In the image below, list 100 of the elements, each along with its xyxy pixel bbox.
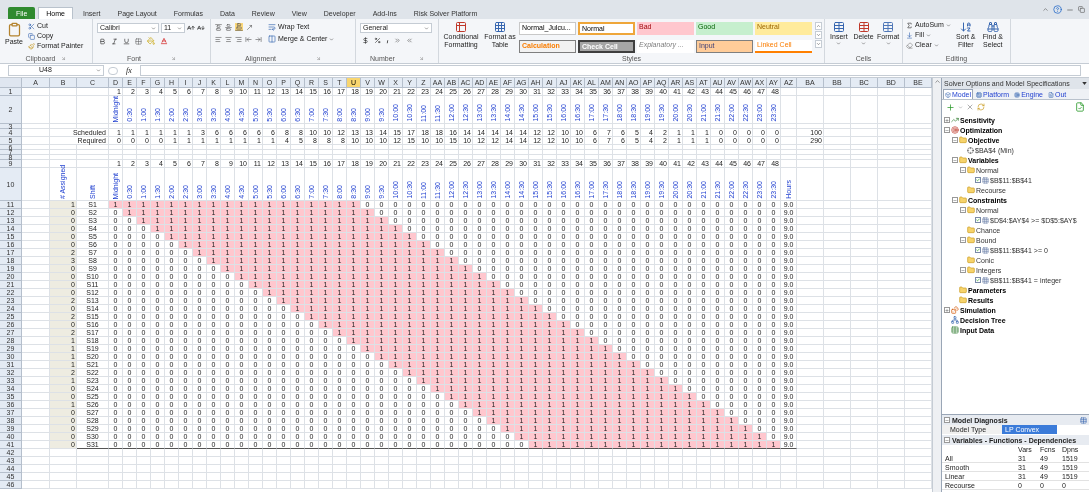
table-icon: [455, 21, 467, 33]
target-icon: [951, 126, 959, 134]
caret-icon[interactable]: [958, 104, 963, 110]
checkmark-icon: [976, 247, 980, 253]
minus-icon: [945, 437, 949, 443]
caret-icon: [177, 25, 182, 31]
dropdown-icon[interactable]: [1082, 82, 1087, 85]
checkbox[interactable]: [975, 177, 981, 183]
refresh-icon[interactable]: [977, 103, 985, 111]
arrow-down-icon: [906, 31, 913, 39]
shrink-font-icon[interactable]: [197, 24, 205, 32]
grid-icon: [982, 176, 989, 184]
collapse-toggle[interactable]: [952, 137, 958, 143]
table-icon[interactable]: [1080, 416, 1087, 424]
more-styles-icon[interactable]: [815, 40, 822, 48]
chart-icon: [951, 116, 959, 124]
collapse-toggle[interactable]: [960, 167, 966, 173]
caret-icon: [424, 25, 429, 31]
align-center-icon[interactable]: [225, 36, 232, 43]
chip-icon: [976, 91, 983, 98]
increase-decimal-icon[interactable]: [394, 37, 401, 44]
checkbox[interactable]: [975, 247, 981, 253]
select-all-corner[interactable]: [0, 78, 22, 88]
collapse-toggle[interactable]: [944, 127, 950, 133]
plus-icon: [945, 117, 949, 123]
scroll-up-icon[interactable]: [815, 22, 822, 30]
restore-icon[interactable]: [1078, 6, 1085, 13]
paintbrush-icon: [28, 42, 35, 50]
eraser-icon: [906, 41, 913, 49]
checkmark-icon: [976, 277, 980, 283]
folder-icon: [959, 136, 967, 144]
help-icon[interactable]: [1053, 5, 1062, 14]
caret-icon[interactable]: [1042, 6, 1049, 13]
fill-color-icon[interactable]: [147, 37, 155, 45]
dialog-launcher-icon[interactable]: [316, 56, 322, 61]
collapse-toggle[interactable]: [960, 237, 966, 243]
collapse-toggle[interactable]: [952, 157, 958, 163]
underline-icon[interactable]: [123, 37, 130, 45]
currency-icon[interactable]: [362, 37, 369, 44]
collapse-toggle[interactable]: [944, 437, 950, 443]
folder-icon: [959, 196, 967, 204]
plus-icon: [945, 307, 949, 313]
grid-icon: [982, 216, 989, 224]
caret-icon: [151, 25, 156, 31]
expand-toggle[interactable]: [944, 307, 950, 313]
checkmark-icon: [976, 217, 980, 223]
bold-icon[interactable]: [99, 37, 106, 45]
dialog-launcher-icon[interactable]: [418, 56, 424, 61]
align-right-icon[interactable]: [235, 36, 242, 43]
sort-icon: [959, 21, 972, 33]
check-icon[interactable]: [1075, 102, 1085, 112]
orientation-icon[interactable]: [246, 23, 253, 31]
insert-function-button[interactable]: fx: [122, 64, 136, 77]
folder-icon: [967, 266, 975, 274]
document-icon: [1047, 91, 1054, 98]
add-icon[interactable]: [946, 102, 955, 112]
table-icon: [951, 326, 959, 334]
expand-toggle[interactable]: [944, 117, 950, 123]
scissors-icon: [28, 22, 35, 30]
scroll-down-icon[interactable]: [815, 31, 822, 39]
decrease-decimal-icon[interactable]: [406, 37, 413, 44]
grid-icon: [982, 246, 989, 254]
font-color-icon[interactable]: [160, 37, 168, 45]
increase-indent-icon[interactable]: [255, 36, 262, 43]
align-top-icon[interactable]: [215, 23, 222, 31]
percent-icon[interactable]: [374, 37, 381, 44]
delete-icon[interactable]: [966, 103, 974, 111]
collapse-toggle[interactable]: [960, 207, 966, 213]
checkbox[interactable]: [975, 277, 981, 283]
minus-icon: [961, 267, 965, 273]
grow-font-icon[interactable]: [187, 24, 195, 32]
folder-icon: [967, 226, 975, 234]
dialog-launcher-icon[interactable]: [171, 56, 176, 61]
formula-field[interactable]: [140, 65, 1081, 76]
checkbox[interactable]: [975, 217, 981, 223]
align-middle-icon[interactable]: [225, 23, 232, 31]
borders-icon[interactable]: [135, 37, 142, 45]
decrease-indent-icon[interactable]: [245, 36, 252, 43]
collapse-toggle[interactable]: [944, 417, 950, 423]
gear-icon: [1014, 91, 1021, 98]
collapse-toggle[interactable]: [952, 197, 958, 203]
folder-icon: [967, 166, 975, 174]
checkmark-icon: [976, 177, 980, 183]
scroll-up-icon[interactable]: [933, 78, 941, 85]
italic-icon[interactable]: [111, 37, 118, 45]
sigma-icon: [906, 21, 913, 29]
collapse-toggle[interactable]: [960, 267, 966, 273]
caret-icon: [945, 22, 951, 28]
align-left-icon[interactable]: [215, 36, 222, 43]
table-icon: [857, 21, 870, 33]
align-bottom-icon[interactable]: [235, 23, 243, 31]
dialog-launcher-icon[interactable]: [61, 56, 67, 61]
clipboard-icon: [6, 21, 22, 38]
table-icon: [882, 21, 895, 33]
vertical-scrollbar[interactable]: [932, 78, 941, 492]
binoculars-icon: [986, 21, 999, 33]
comma-style-icon[interactable]: [386, 37, 389, 44]
minus-icon: [961, 237, 965, 243]
folder-icon: [967, 256, 975, 264]
dice-icon: [951, 306, 959, 314]
